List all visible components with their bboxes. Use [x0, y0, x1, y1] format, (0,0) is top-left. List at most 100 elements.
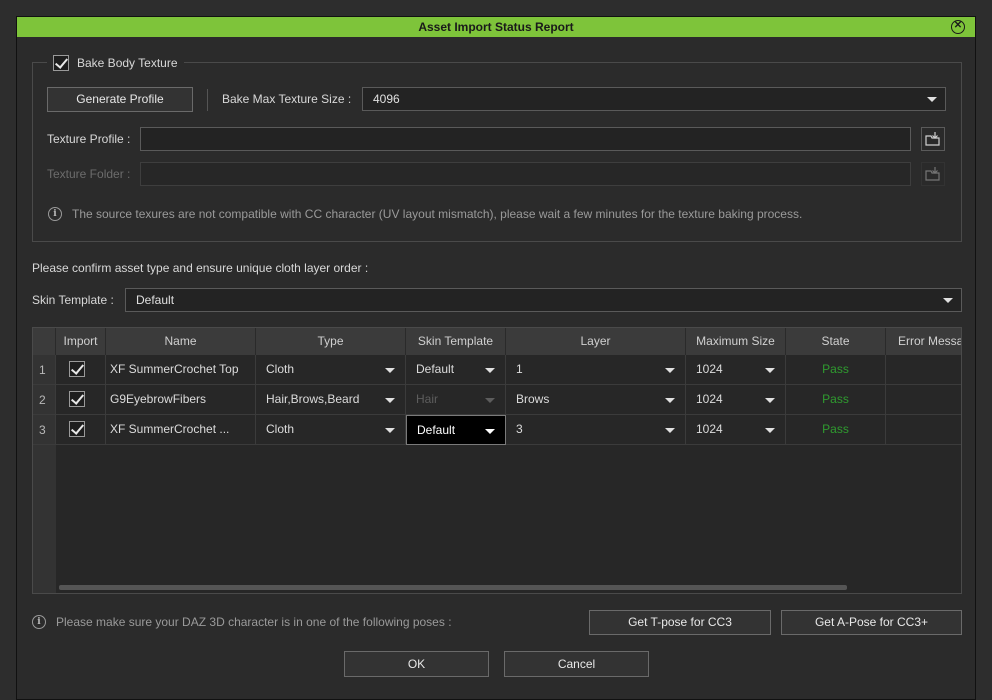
- import-checkbox[interactable]: [69, 391, 85, 407]
- type-select[interactable]: Cloth: [256, 415, 406, 445]
- separator: [207, 89, 208, 111]
- table-row[interactable]: 2 G9EyebrowFibers Hair,Brows,Beard Hair …: [33, 385, 961, 415]
- folder-open-icon: [925, 132, 940, 146]
- header-state[interactable]: State: [786, 328, 886, 355]
- error-message-cell: [886, 355, 961, 385]
- chevron-down-icon: [927, 97, 937, 102]
- name-cell: XF SummerCrochet Top: [106, 355, 256, 385]
- layer-select[interactable]: 1: [506, 355, 686, 385]
- layer-value: 3: [516, 422, 523, 436]
- header-error-message[interactable]: Error Message: [886, 328, 961, 355]
- state-cell: Pass: [786, 355, 886, 385]
- type-select[interactable]: Hair,Brows,Beard: [256, 385, 406, 415]
- table-row[interactable]: 3 XF SummerCrochet ... Cloth Default 3 1…: [33, 415, 961, 445]
- header-type[interactable]: Type: [256, 328, 406, 355]
- layer-value: 1: [516, 362, 523, 376]
- max-size-select[interactable]: 1024: [686, 385, 786, 415]
- chevron-down-icon: [485, 368, 495, 373]
- skin-template-value: Default: [136, 293, 175, 307]
- chevron-down-icon: [765, 398, 775, 403]
- import-cell[interactable]: [56, 355, 106, 385]
- type-select[interactable]: Cloth: [256, 355, 406, 385]
- ok-button[interactable]: OK: [344, 651, 489, 677]
- bake-max-size-label: Bake Max Texture Size :: [222, 92, 352, 106]
- bake-max-size-value: 4096: [373, 92, 400, 106]
- max-size-value: 1024: [696, 392, 723, 406]
- bake-info-text: The source texures are not compatible wi…: [72, 207, 803, 221]
- chevron-down-icon: [765, 368, 775, 373]
- skin-template-cell-select: Hair: [406, 385, 506, 415]
- pose-info-text: Please make sure your DAZ 3D character i…: [56, 615, 452, 629]
- error-message-cell: [886, 385, 961, 415]
- skin-template-label: Skin Template :: [32, 293, 114, 307]
- table-header: Import Name Type Skin Template Layer Max…: [33, 328, 961, 355]
- texture-folder-label: Texture Folder :: [47, 167, 131, 181]
- row-number: 3: [33, 415, 56, 445]
- info-icon: i: [32, 615, 46, 629]
- folder-open-icon: [925, 167, 940, 181]
- header-name[interactable]: Name: [106, 328, 256, 355]
- name-cell: XF SummerCrochet ...: [106, 415, 256, 445]
- chevron-down-icon: [485, 429, 495, 434]
- layer-select[interactable]: Brows: [506, 385, 686, 415]
- max-size-select[interactable]: 1024: [686, 355, 786, 385]
- skin-template-select[interactable]: Default: [125, 288, 962, 312]
- dialog-title: Asset Import Status Report: [418, 20, 574, 34]
- skin-template-cell-value: Hair: [416, 392, 439, 406]
- header-corner: [33, 328, 56, 355]
- type-value: Cloth: [266, 422, 295, 436]
- chevron-down-icon: [385, 428, 395, 433]
- get-apose-button[interactable]: Get A-Pose for CC3+: [781, 610, 962, 635]
- chevron-down-icon: [385, 368, 395, 373]
- state-cell: Pass: [786, 415, 886, 445]
- skin-template-cell-value: Default: [416, 362, 455, 376]
- texture-profile-browse-button[interactable]: [921, 127, 945, 151]
- skin-template-cell-select[interactable]: Default: [406, 355, 506, 385]
- chevron-down-icon: [665, 398, 675, 403]
- row-number: 1: [33, 355, 56, 385]
- import-checkbox[interactable]: [69, 361, 85, 377]
- close-icon[interactable]: ✕: [951, 20, 965, 34]
- max-size-value: 1024: [696, 362, 723, 376]
- texture-profile-label: Texture Profile :: [47, 132, 131, 146]
- texture-folder-browse-button: [921, 162, 945, 186]
- texture-profile-input[interactable]: [140, 127, 911, 151]
- header-import[interactable]: Import: [56, 328, 106, 355]
- row-number: 2: [33, 385, 56, 415]
- generate-profile-button[interactable]: Generate Profile: [47, 87, 193, 112]
- bake-body-texture-toggle[interactable]: Bake Body Texture: [47, 53, 184, 73]
- import-cell[interactable]: [56, 415, 106, 445]
- header-layer[interactable]: Layer: [506, 328, 686, 355]
- texture-folder-input: [140, 162, 911, 186]
- header-maximum-size[interactable]: Maximum Size: [686, 328, 786, 355]
- cancel-button[interactable]: Cancel: [504, 651, 649, 677]
- table-row[interactable]: 1 XF SummerCrochet Top Cloth Default 1 1…: [33, 355, 961, 385]
- title-bar: Asset Import Status Report ✕: [17, 17, 975, 37]
- chevron-down-icon: [943, 298, 953, 303]
- bake-body-texture-checkbox[interactable]: [53, 55, 69, 71]
- chevron-down-icon: [665, 368, 675, 373]
- chevron-down-icon: [385, 398, 395, 403]
- skin-template-cell-select[interactable]: Default: [406, 415, 506, 445]
- asset-table: Import Name Type Skin Template Layer Max…: [32, 327, 962, 594]
- get-tpose-button[interactable]: Get T-pose for CC3: [589, 610, 771, 635]
- bake-max-size-select[interactable]: 4096: [362, 87, 946, 111]
- max-size-value: 1024: [696, 422, 723, 436]
- state-cell: Pass: [786, 385, 886, 415]
- chevron-down-icon: [485, 398, 495, 403]
- info-icon: i: [48, 207, 62, 221]
- chevron-down-icon: [765, 428, 775, 433]
- asset-import-dialog: Asset Import Status Report ✕ Bake Body T…: [16, 16, 976, 700]
- header-skin-template[interactable]: Skin Template: [406, 328, 506, 355]
- horizontal-scrollbar[interactable]: [59, 585, 847, 590]
- error-message-cell: [886, 415, 961, 445]
- max-size-select[interactable]: 1024: [686, 415, 786, 445]
- import-checkbox[interactable]: [69, 421, 85, 437]
- skin-template-cell-value: Default: [417, 423, 456, 437]
- layer-select[interactable]: 3: [506, 415, 686, 445]
- type-value: Hair,Brows,Beard: [266, 392, 360, 406]
- bake-body-texture-label: Bake Body Texture: [77, 56, 178, 70]
- type-value: Cloth: [266, 362, 295, 376]
- name-cell: G9EyebrowFibers: [106, 385, 256, 415]
- import-cell[interactable]: [56, 385, 106, 415]
